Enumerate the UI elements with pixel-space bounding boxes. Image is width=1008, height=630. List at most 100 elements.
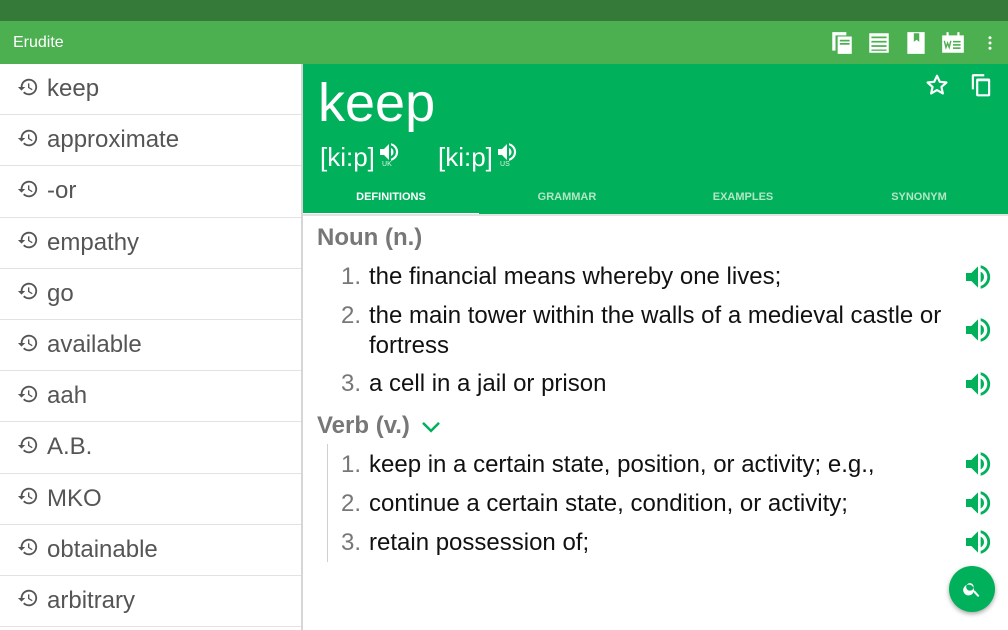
history-item[interactable]: approximate: [0, 115, 301, 167]
star-icon[interactable]: [924, 72, 950, 103]
history-item-label: go: [47, 279, 74, 307]
speaker-us-button[interactable]: US: [495, 140, 519, 168]
pos-heading-noun: Noun (n.): [317, 224, 422, 252]
entry-tabs: DEFINITIONS GRAMMAR EXAMPLES SYNONYM: [303, 182, 1008, 216]
history-item-label: MKO: [47, 484, 102, 512]
bookmark-icon[interactable]: [897, 21, 934, 64]
history-item-label: available: [47, 331, 142, 359]
tab-grammar[interactable]: GRAMMAR: [479, 182, 655, 214]
definitions-panel: Noun (n.) 1. the financial means whereby…: [303, 214, 1008, 630]
app-bar: Erudite: [0, 21, 1008, 64]
history-item[interactable]: -or: [0, 166, 301, 218]
history-icon: [17, 434, 39, 461]
history-item[interactable]: arbitrary: [0, 576, 301, 628]
ipa-us: [ki:p]: [438, 142, 493, 172]
articles-icon[interactable]: [860, 21, 897, 64]
history-item[interactable]: aah: [0, 371, 301, 423]
definition-text: continue a certain state, condition, or …: [369, 490, 848, 517]
definition-number: 2.: [341, 302, 362, 329]
definition-number: 3.: [341, 370, 362, 397]
definition-number: 1.: [341, 451, 362, 478]
history-item[interactable]: available: [0, 320, 301, 372]
speak-definition-button[interactable]: [962, 448, 994, 480]
definition-number: 3.: [341, 529, 362, 556]
definition-text: the financial means whereby one lives;: [369, 263, 782, 290]
definition-item: 3. retain possession of;: [341, 528, 951, 558]
history-icon: [17, 178, 39, 205]
header-actions: [924, 72, 994, 103]
status-bar: [0, 0, 1008, 21]
pronunciation-us: [ki:p] US: [438, 142, 519, 173]
tab-synonym[interactable]: SYNONYM: [831, 182, 1007, 214]
pos-label: Verb (v.): [317, 412, 410, 439]
tab-examples[interactable]: EXAMPLES: [655, 182, 831, 214]
definition-item: 1. the financial means whereby one lives…: [341, 262, 951, 292]
word-header: keep [ki:p] UK [ki:p] US DEFINITIONS GRA…: [303, 64, 1008, 216]
history-item-label: arbitrary: [47, 586, 136, 614]
chevron-down-icon[interactable]: [418, 413, 444, 439]
speak-definition-button[interactable]: [962, 368, 994, 400]
definition-item: 1. keep in a certain state, position, or…: [341, 450, 951, 480]
definition-text: a cell in a jail or prison: [369, 370, 607, 397]
pos-label: Noun (n.): [317, 224, 423, 251]
ipa-uk: [ki:p]: [320, 142, 375, 172]
app-title: Erudite: [13, 33, 64, 51]
speaker-icon: [966, 530, 991, 554]
definition-item: 2. continue a certain state, condition, …: [341, 489, 951, 519]
history-item[interactable]: keep: [0, 64, 301, 116]
speaker-icon: [966, 452, 991, 476]
history-item-label: keep: [47, 75, 100, 103]
history-icon: [17, 587, 39, 614]
history-item[interactable]: empathy: [0, 218, 301, 269]
history-item-label: A.B.: [47, 433, 93, 461]
tab-definitions[interactable]: DEFINITIONS: [303, 182, 479, 216]
history-item-label: obtainable: [47, 535, 158, 563]
history-item[interactable]: A.B.: [0, 422, 301, 474]
speaker-icon: [966, 372, 991, 396]
definition-number: 2.: [341, 490, 362, 517]
region-us: US: [500, 161, 510, 168]
section-indent-line: [327, 444, 328, 562]
history-icon: [17, 76, 39, 103]
definition-item: 2. the main tower within the walls of a …: [341, 301, 951, 361]
history-icon: [17, 127, 39, 154]
definition-number: 1.: [341, 263, 362, 290]
history-item-label: -or: [47, 177, 77, 205]
speaker-icon: [966, 318, 991, 342]
headword: keep: [318, 73, 436, 133]
history-icon: [17, 229, 39, 256]
copy-icon[interactable]: [968, 72, 994, 103]
history-item-label: approximate: [47, 126, 180, 154]
speak-definition-button[interactable]: [962, 526, 994, 558]
word-of-day-icon[interactable]: [934, 21, 971, 64]
speak-definition-button[interactable]: [962, 487, 994, 519]
region-uk: UK: [382, 161, 392, 168]
history-item[interactable]: obtainable: [0, 525, 301, 576]
speak-definition-button[interactable]: [962, 261, 994, 293]
definition-item: 3. a cell in a jail or prison: [341, 369, 951, 399]
history-icon: [17, 383, 39, 410]
toolbar-actions: [823, 21, 1008, 64]
definition-text: retain possession of;: [369, 529, 590, 556]
history-list: keep approximate -or empathy go available aah A…: [0, 64, 301, 630]
definition-text: the main tower within the walls of a med…: [369, 302, 942, 359]
history-icon: [17, 280, 39, 307]
speaker-icon: [966, 265, 991, 289]
search-fab-button[interactable]: [949, 566, 995, 612]
history-item[interactable]: go: [0, 269, 301, 320]
speaker-icon: [966, 491, 991, 515]
history-icon: [17, 536, 39, 563]
definition-text: keep in a certain state, position, or ac…: [369, 451, 875, 478]
history-icon: [17, 485, 39, 512]
more-vert-icon[interactable]: [971, 21, 1008, 64]
pos-heading-verb[interactable]: Verb (v.): [317, 412, 444, 440]
pronunciation-uk: [ki:p] UK: [320, 142, 401, 173]
history-icon: [17, 332, 39, 359]
history-item[interactable]: MKO: [0, 474, 301, 525]
search-icon: [963, 583, 980, 597]
speaker-uk-button[interactable]: UK: [377, 140, 401, 168]
flashcards-icon[interactable]: [823, 21, 860, 64]
speak-definition-button[interactable]: [962, 314, 994, 346]
history-item-label: aah: [47, 382, 88, 410]
history-item-label: empathy: [47, 228, 140, 256]
